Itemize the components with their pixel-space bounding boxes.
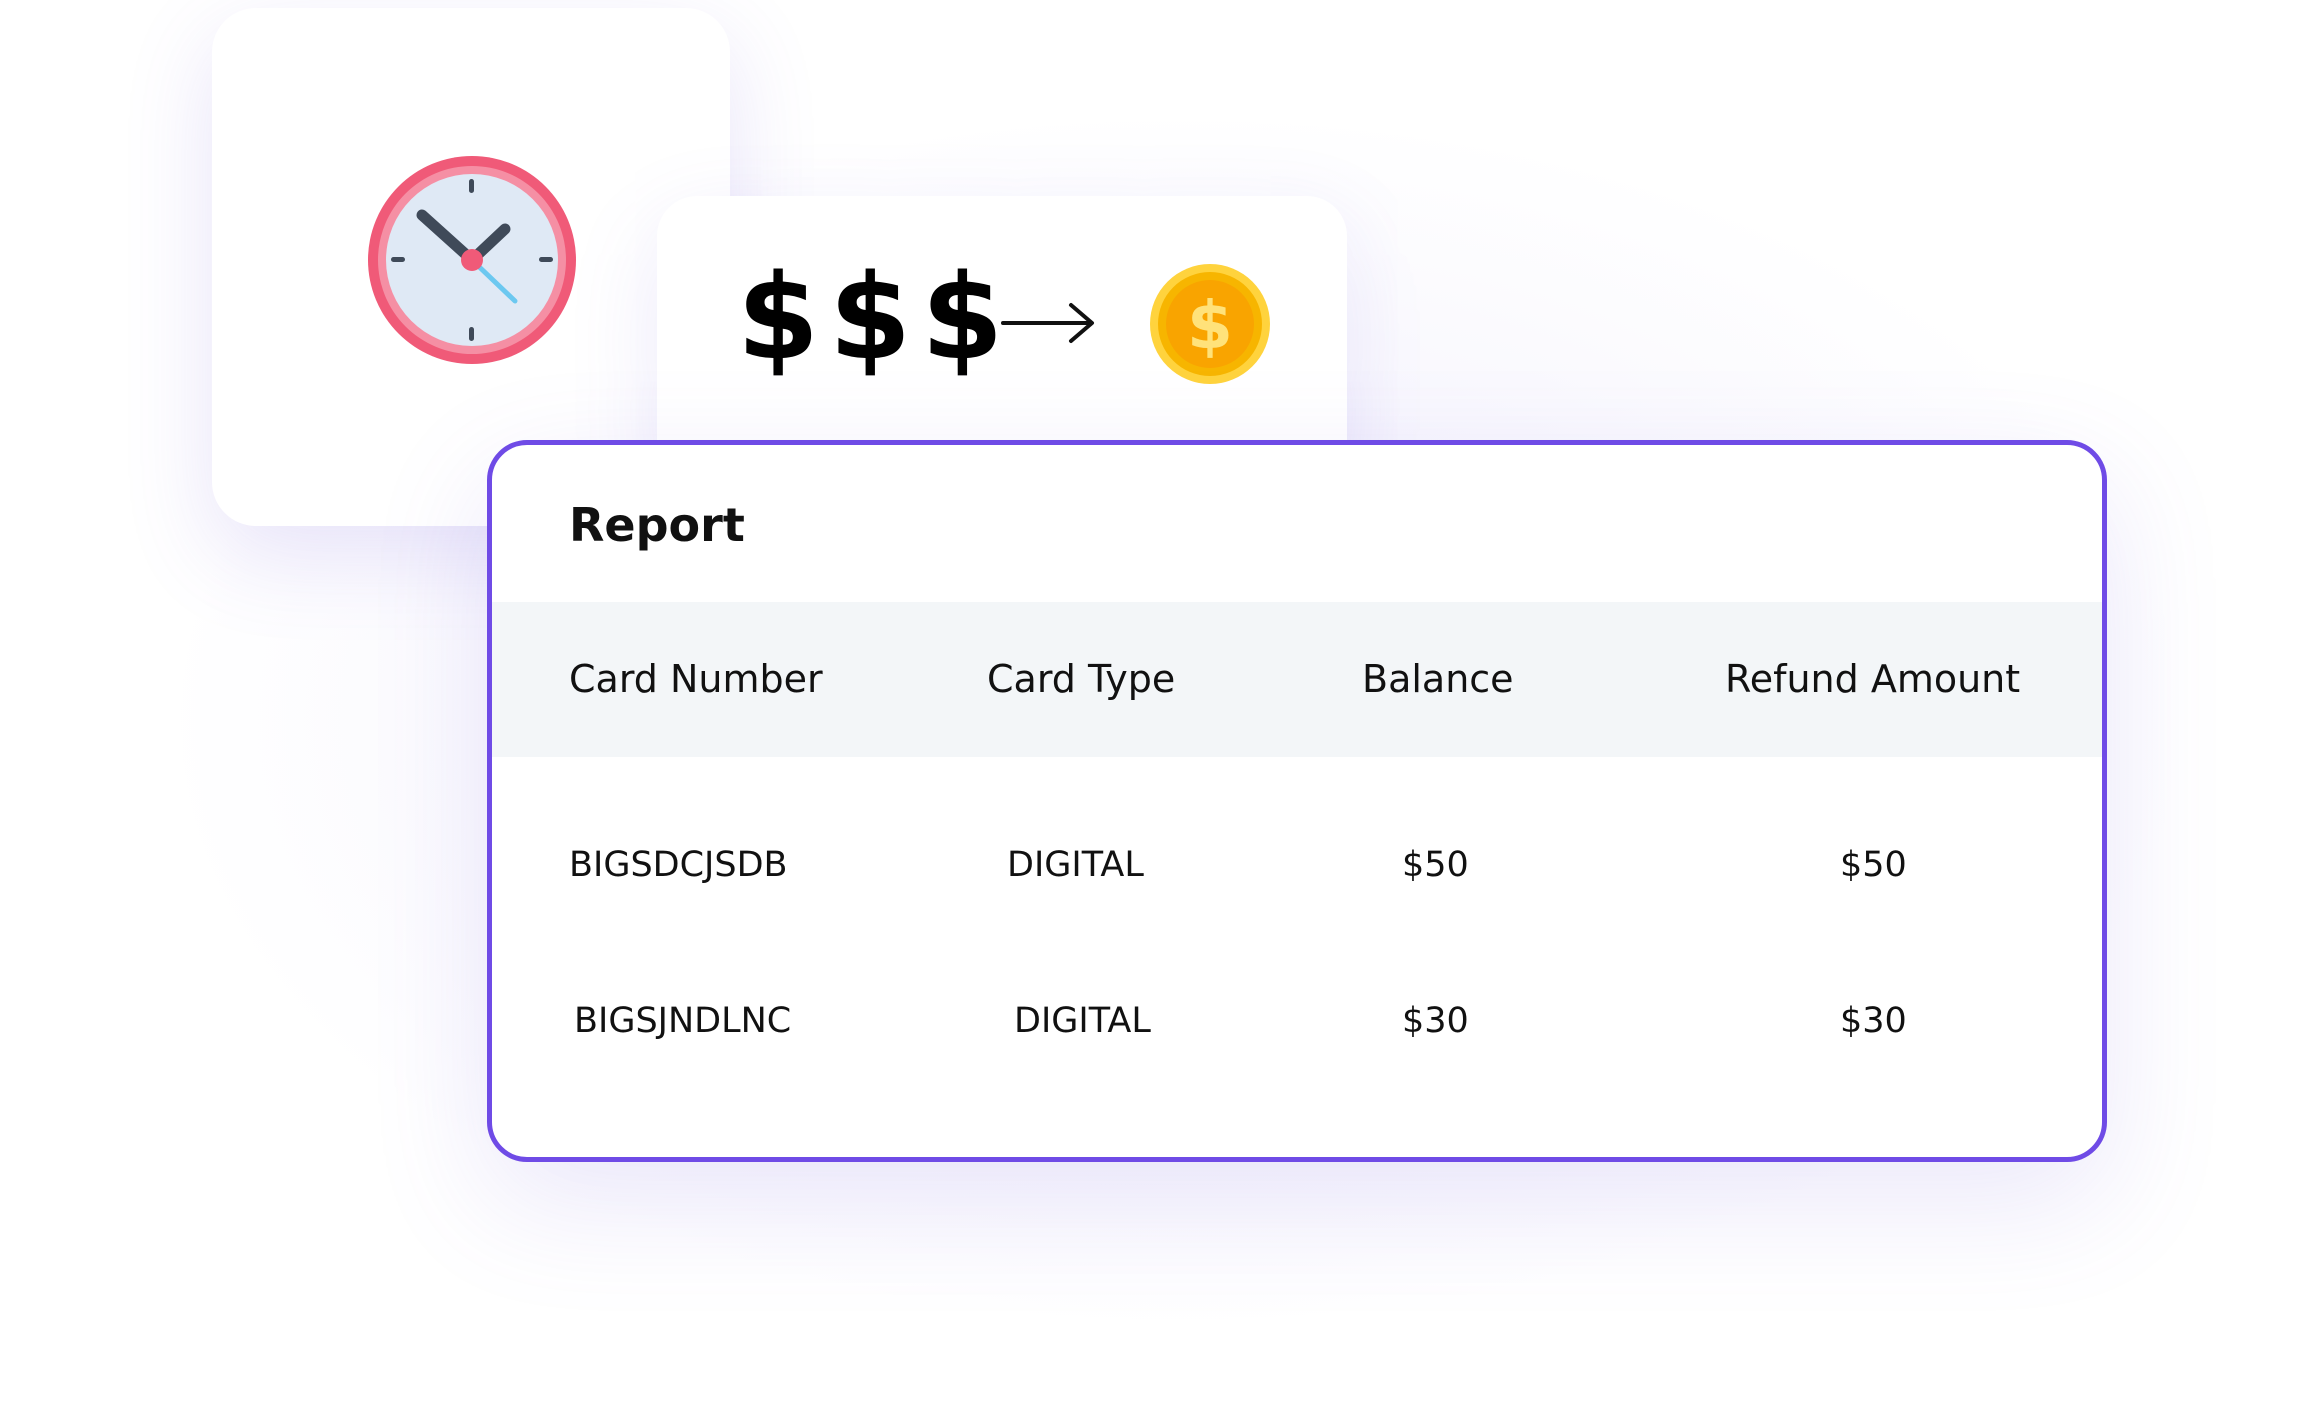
refund-amount-cell: $30	[1840, 1001, 1907, 1041]
balance-cell: $30	[1402, 1001, 1469, 1041]
column-header-balance: Balance	[1362, 657, 1514, 701]
card-type-cell: DIGITAL	[1007, 845, 1144, 885]
column-header-card-type: Card Type	[987, 657, 1176, 701]
gold-coin-icon: $	[1150, 264, 1270, 384]
arrow-right-icon	[1001, 303, 1094, 343]
dollar-signs: $$$	[737, 248, 1014, 386]
report-title: Report	[569, 498, 745, 552]
table-header: Card Number Card Type Balance Refund Amo…	[492, 602, 2102, 757]
refund-amount-cell: $50	[1840, 845, 1907, 885]
column-header-refund-amount: Refund Amount	[1725, 657, 2021, 701]
report-panel: Report Card Number Card Type Balance Ref…	[487, 440, 2107, 1162]
card-number-cell: BIGSDCJSDB	[569, 845, 788, 885]
card-type-cell: DIGITAL	[1014, 1001, 1151, 1041]
column-header-card-number: Card Number	[569, 657, 823, 701]
svg-text:$: $	[1187, 287, 1233, 364]
clock-icon	[368, 156, 576, 364]
balance-cell: $50	[1402, 845, 1469, 885]
card-number-cell: BIGSJNDLNC	[574, 1001, 792, 1041]
illustration-stage: $$$ $ Report Card Number Card Type Balan…	[0, 0, 2307, 1420]
